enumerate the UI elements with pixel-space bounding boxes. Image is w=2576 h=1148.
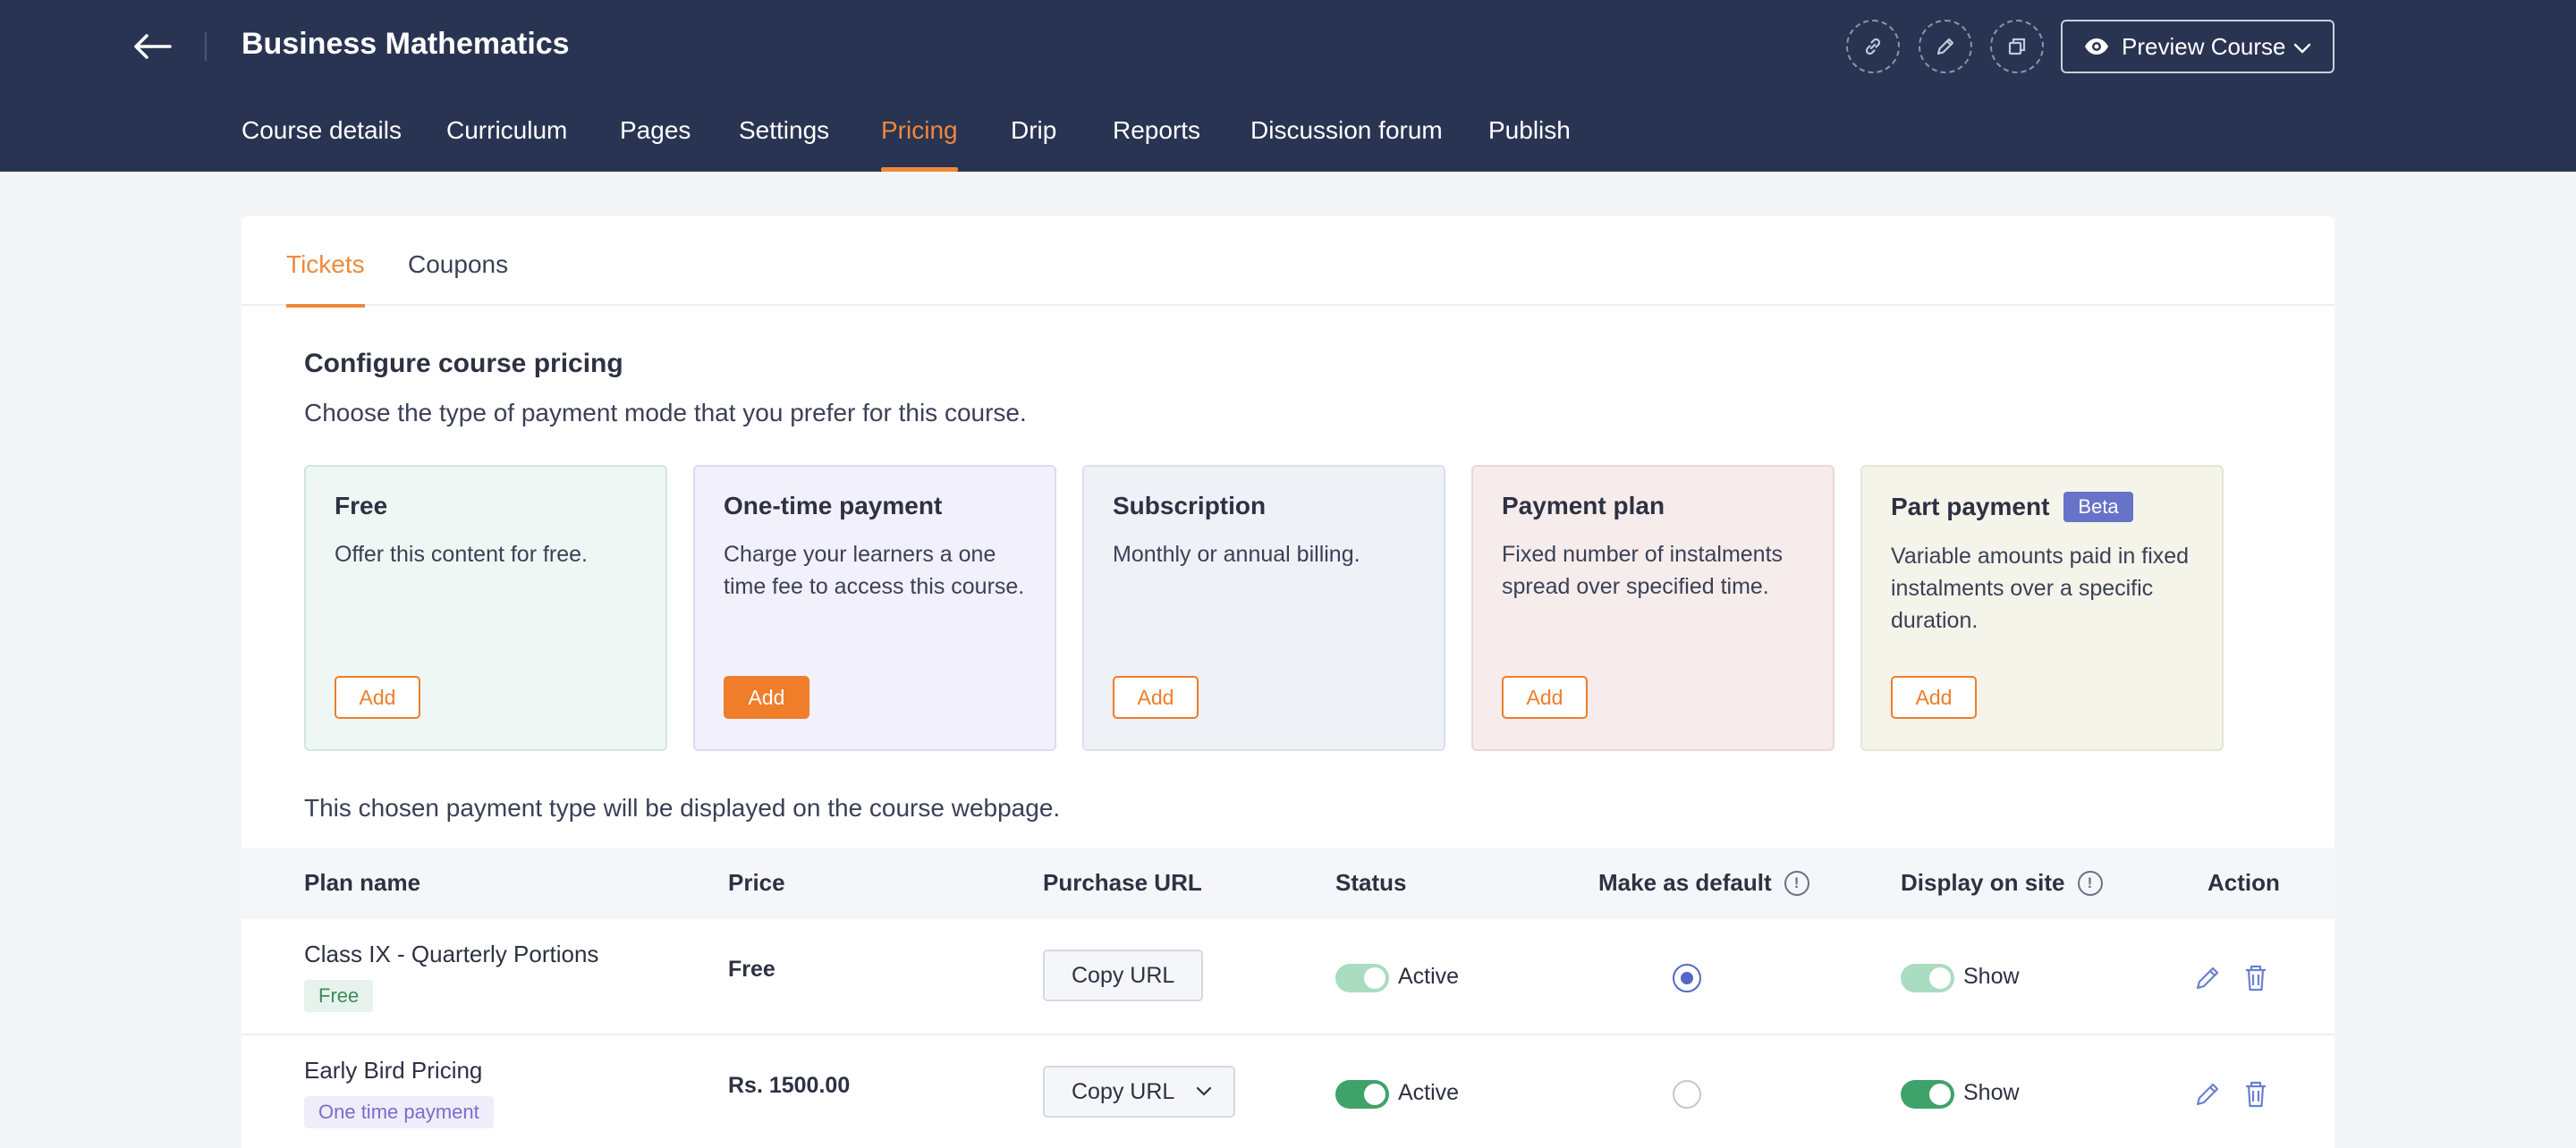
status-toggle[interactable]: [1335, 964, 1389, 992]
edit-pencil-icon[interactable]: [2191, 1078, 2224, 1110]
plan-price: Free: [728, 957, 775, 982]
payment-type-title-row: Part payment Beta: [1891, 492, 2193, 522]
nav-course-details[interactable]: Course details: [242, 111, 402, 172]
nav-pages[interactable]: Pages: [620, 111, 691, 172]
delete-trash-icon[interactable]: [2240, 962, 2272, 994]
tab-tickets[interactable]: Tickets: [286, 250, 365, 308]
delete-trash-icon[interactable]: [2240, 1078, 2272, 1110]
course-title: Business Mathematics: [242, 27, 570, 61]
copy-url-dropdown[interactable]: Copy URL: [1043, 1066, 1236, 1118]
nav-curriculum[interactable]: Curriculum: [446, 111, 567, 172]
info-icon[interactable]: !: [1784, 870, 1809, 896]
payment-type-part-payment: Part payment Beta Variable amounts paid …: [1860, 465, 2224, 751]
add-part-payment-button[interactable]: Add: [1891, 676, 1977, 719]
copy-icon[interactable]: [1990, 20, 2044, 73]
payment-type-title: Subscription: [1113, 492, 1267, 519]
payment-type-one-time: One-time payment Charge your learners a …: [693, 465, 1056, 751]
copy-url-label: Copy URL: [1072, 962, 1175, 988]
plan-price: Rs. 1500.00: [728, 1073, 851, 1098]
course-header: Business Mathematics Preview Course Cour…: [0, 0, 2576, 172]
default-radio[interactable]: [1673, 964, 1701, 992]
nav-drip[interactable]: Drip: [1011, 111, 1056, 172]
info-icon[interactable]: !: [2077, 870, 2103, 896]
add-free-button[interactable]: Add: [335, 676, 420, 719]
nav-reports[interactable]: Reports: [1113, 111, 1200, 172]
eye-icon: [2085, 38, 2108, 55]
plan-name: Early Bird Pricing: [304, 1057, 483, 1084]
nav-pricing[interactable]: Pricing: [881, 111, 958, 172]
plan-name: Class IX - Quarterly Portions: [304, 941, 599, 967]
payment-type-desc: Variable amounts paid in fixed instalmen…: [1891, 544, 2190, 633]
display-label: Show: [1963, 1080, 2020, 1105]
payment-type-subscription: Subscription Monthly or annual billing. …: [1082, 465, 1445, 751]
display-label: Show: [1963, 964, 2020, 989]
add-subscription-button[interactable]: Add: [1113, 676, 1199, 719]
table-row: Early Bird Pricing One time payment Rs. …: [242, 1035, 2334, 1148]
col-status: Status: [1335, 869, 1407, 896]
preview-course-button[interactable]: Preview Course: [2061, 20, 2334, 73]
pricing-subtabs: Tickets Coupons: [242, 216, 2334, 308]
section-description: Choose the type of payment mode that you…: [304, 399, 1027, 426]
status-label: Active: [1398, 1080, 1460, 1105]
tab-coupons[interactable]: Coupons: [408, 250, 508, 306]
add-one-time-button[interactable]: Add: [724, 676, 809, 719]
col-plan-name: Plan name: [304, 869, 421, 896]
display-note: This chosen payment type will be display…: [304, 794, 1061, 822]
payment-type-free: Free Offer this content for free. Add: [304, 465, 667, 751]
default-radio[interactable]: [1673, 1080, 1701, 1109]
pricing-card: Tickets Coupons Configure course pricing…: [242, 216, 2334, 1148]
chevron-down-icon: [1197, 1086, 1212, 1096]
section-title: Configure course pricing: [304, 349, 623, 378]
payment-type-desc: Offer this content for free.: [335, 542, 589, 567]
payment-type-desc: Monthly or annual billing.: [1113, 542, 1360, 567]
back-arrow-icon[interactable]: [132, 30, 172, 63]
preview-course-label: Preview Course: [2122, 32, 2286, 60]
payment-type-desc: Charge your learners a one time fee to a…: [724, 542, 1025, 599]
edit-pencil-icon[interactable]: [2191, 962, 2224, 994]
payment-type-title: One-time payment: [724, 492, 943, 519]
display-toggle[interactable]: [1901, 1080, 1954, 1109]
col-make-default-label: Make as default: [1598, 869, 1772, 896]
status-label: Active: [1398, 964, 1460, 989]
status-toggle[interactable]: [1335, 1080, 1389, 1109]
nav-settings[interactable]: Settings: [739, 111, 829, 172]
pencil-icon[interactable]: [1919, 20, 1972, 73]
header-divider: [205, 32, 207, 61]
add-payment-plan-button[interactable]: Add: [1502, 676, 1588, 719]
payment-type-title: Free: [335, 492, 388, 519]
beta-badge: Beta: [2063, 492, 2133, 522]
chevron-down-icon: [2293, 43, 2311, 54]
display-toggle[interactable]: [1901, 964, 1954, 992]
payment-type-title: Part payment: [1891, 493, 2050, 520]
col-display-label: Display on site: [1901, 869, 2065, 896]
plan-type-badge: Free: [304, 980, 374, 1012]
copy-url-button[interactable]: Copy URL: [1043, 950, 1204, 1001]
payment-type-title: Payment plan: [1502, 492, 1665, 519]
col-make-default: Make as default !: [1598, 869, 1809, 897]
col-action: Action: [2207, 869, 2280, 896]
nav-publish[interactable]: Publish: [1488, 111, 1571, 172]
nav-discussion-forum[interactable]: Discussion forum: [1250, 111, 1443, 172]
link-icon[interactable]: [1846, 20, 1900, 73]
plan-type-badge: One time payment: [304, 1096, 494, 1128]
col-purchase-url: Purchase URL: [1043, 869, 1202, 896]
payment-type-payment-plan: Payment plan Fixed number of instalments…: [1471, 465, 1835, 751]
col-display-on-site: Display on site !: [1901, 869, 2103, 897]
col-price: Price: [728, 869, 785, 896]
plans-table-header: Plan name Price Purchase URL Status Make…: [242, 848, 2334, 919]
payment-type-desc: Fixed number of instalments spread over …: [1502, 542, 1784, 599]
table-row: Class IX - Quarterly Portions Free Free …: [242, 919, 2334, 1035]
copy-url-label: Copy URL: [1072, 1078, 1175, 1104]
